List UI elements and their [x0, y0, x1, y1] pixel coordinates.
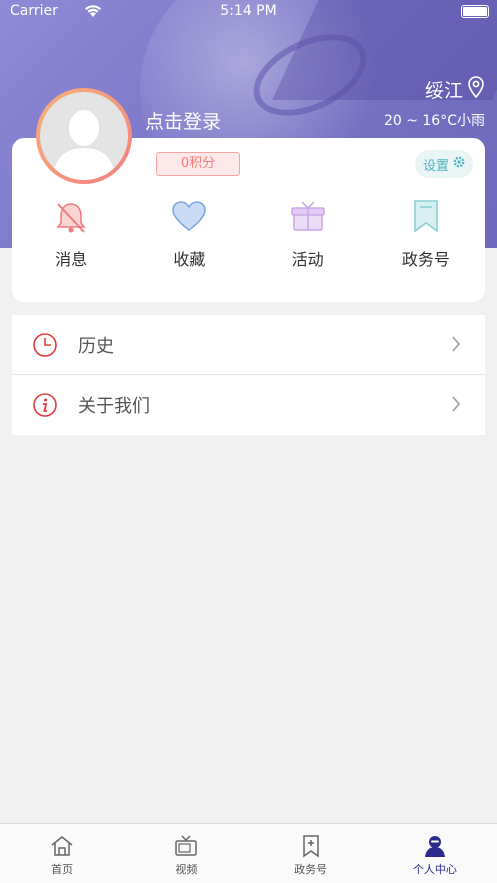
tab-label: 政务号: [294, 863, 328, 876]
quick-action-label: 政务号: [401, 250, 450, 269]
bookmark-icon: [414, 200, 438, 233]
quick-action-activities[interactable]: 活动: [249, 196, 367, 270]
clock-icon: [12, 332, 78, 358]
tv-icon: [175, 835, 198, 856]
quick-action-label: 消息: [55, 250, 88, 269]
tab-bar: 首页 视频 政务号 个人中心: [0, 823, 497, 883]
location-selector[interactable]: 绥江: [425, 76, 485, 103]
quick-action-label: 收藏: [173, 250, 206, 269]
bookmark-plus-icon: [302, 835, 319, 858]
quick-actions: 消息 收藏 活动 政务号: [12, 196, 485, 270]
menu-item-label: 关于我们: [78, 396, 150, 417]
location-pin-icon: [467, 76, 485, 103]
battery-icon: [461, 5, 489, 18]
gear-icon: [453, 156, 465, 172]
settings-label: 设置: [422, 158, 449, 174]
person-icon: [424, 836, 445, 857]
weather-text: 20 ~ 16°C小雨: [383, 113, 485, 129]
heart-icon: [172, 201, 207, 232]
tab-gov-accounts[interactable]: 政务号: [249, 824, 373, 883]
menu-list: 历史 关于我们: [12, 315, 485, 435]
quick-action-gov-accounts[interactable]: 政务号: [367, 196, 485, 270]
clock-time: 5:14 PM: [220, 3, 277, 19]
tab-video[interactable]: 视频: [124, 824, 248, 883]
tab-label: 个人中心: [412, 863, 457, 876]
location-name: 绥江: [424, 80, 463, 102]
tab-home[interactable]: 首页: [0, 824, 124, 883]
quick-action-favorites[interactable]: 收藏: [130, 196, 248, 270]
login-link[interactable]: 点击登录: [145, 107, 221, 134]
settings-button[interactable]: 设置: [414, 150, 473, 178]
quick-action-messages[interactable]: 消息: [12, 196, 130, 270]
info-icon: [12, 392, 78, 418]
home-icon: [51, 836, 73, 856]
avatar[interactable]: [36, 88, 132, 184]
bell-icon: [56, 203, 86, 233]
tab-label: 视频: [175, 863, 198, 876]
gift-icon: [290, 201, 325, 231]
default-avatar-icon: [40, 92, 128, 180]
status-bar: Carrier 5:14 PM: [0, 0, 497, 24]
menu-item-about[interactable]: 关于我们: [12, 375, 485, 435]
quick-action-label: 活动: [291, 250, 324, 269]
menu-item-history[interactable]: 历史: [12, 315, 485, 375]
menu-item-label: 历史: [78, 335, 114, 357]
chevron-right-icon: [451, 395, 461, 417]
points-badge[interactable]: 0积分: [156, 152, 240, 176]
chevron-right-icon: [451, 335, 461, 357]
tab-label: 首页: [51, 863, 74, 876]
tab-profile[interactable]: 个人中心: [373, 824, 497, 883]
